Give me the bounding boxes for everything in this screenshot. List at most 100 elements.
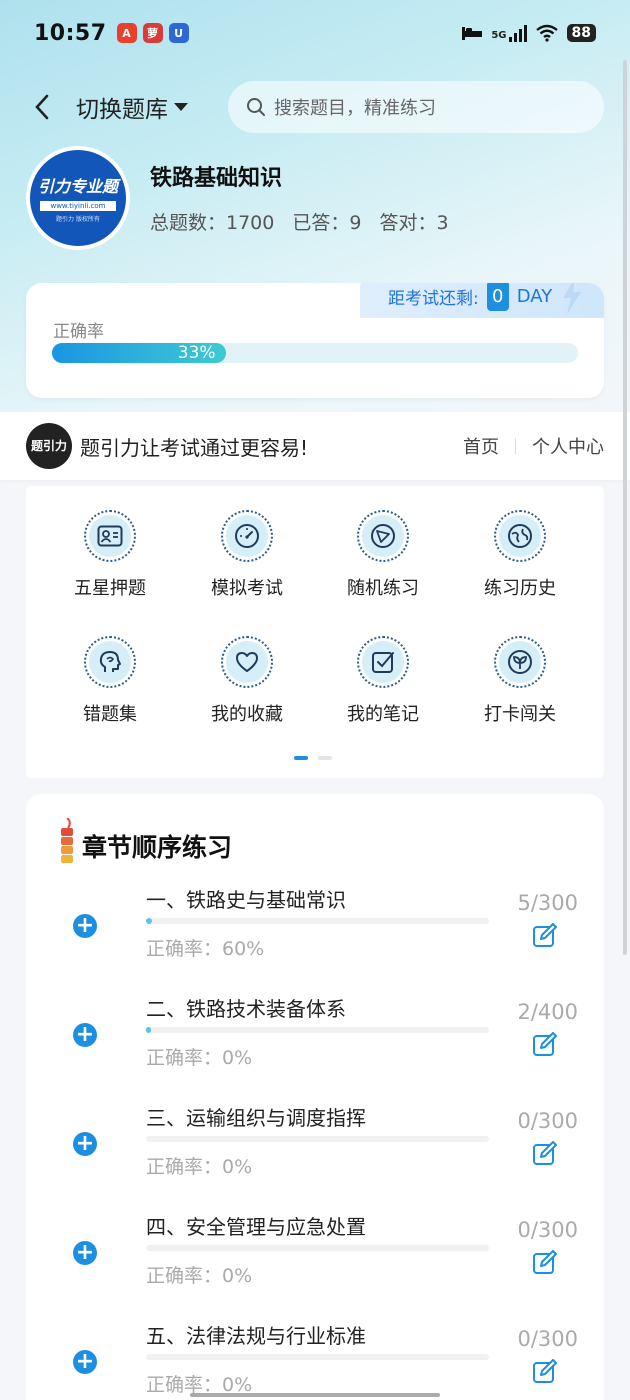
status-indicators: 5G 88 — [461, 24, 596, 42]
tool-icon-ring — [494, 510, 546, 562]
chapter-item[interactable]: + 二、铁路技术装备体系 正确率：0% 2/400 — [26, 997, 604, 1103]
bed-icon — [462, 27, 483, 40]
app-badge-icon: 萝 — [142, 23, 163, 43]
chapter-progress-bar — [146, 1354, 489, 1360]
countdown-value: 0 — [486, 283, 509, 311]
tool-notes[interactable]: 我的笔记 — [323, 636, 443, 736]
tool-icon-bg — [226, 515, 268, 557]
tool-icon-ring — [84, 510, 136, 562]
search-input[interactable]: 搜索题目，精准练习 — [228, 81, 604, 133]
tool-label: 五星押题 — [74, 578, 146, 599]
expand-icon[interactable]: + — [73, 1350, 97, 1374]
heart-icon — [236, 652, 258, 672]
chapter-item[interactable]: + 五、法律法规与行业标准 正确率：0% 0/300 — [26, 1324, 604, 1400]
chapter-title: 三、运输组织与调度指挥 — [146, 1106, 366, 1130]
chapter-count: 0/300 — [517, 1327, 578, 1351]
expand-icon[interactable]: + — [73, 914, 97, 938]
tool-checkin[interactable]: 打卡闯关 — [460, 636, 580, 736]
page-dot-active[interactable] — [294, 756, 308, 760]
search-placeholder: 搜索题目，精准练习 — [274, 98, 436, 119]
tool-icon-bg — [89, 515, 131, 557]
section-title: 章节顺序练习 — [82, 833, 233, 862]
chapter-progress-bar — [146, 1136, 489, 1142]
tool-five-star[interactable]: 五星押题 — [50, 510, 170, 610]
expand-icon[interactable]: + — [73, 1132, 97, 1156]
tool-random-practice[interactable]: 随机练习 — [323, 510, 443, 610]
tool-favorites[interactable]: 我的收藏 — [187, 636, 307, 736]
back-button[interactable] — [22, 87, 62, 127]
tool-mock-exam[interactable]: 模拟考试 — [187, 510, 307, 610]
tool-icon-bg — [499, 515, 541, 557]
bank-stats: 总题数：1700 已答：9 答对：3 — [150, 208, 449, 235]
chapter-accuracy: 正确率：0% — [146, 1047, 253, 1069]
switch-bank-dropdown[interactable]: 切换题库 — [76, 90, 188, 124]
chapter-title: 二、铁路技术装备体系 — [146, 997, 346, 1021]
page-indicator — [294, 756, 332, 760]
top-nav: 切换题库 搜索题目，精准练习 — [0, 80, 630, 134]
expand-icon[interactable]: + — [73, 1241, 97, 1265]
chapter-title: 一、铁路史与基础常识 — [146, 888, 346, 912]
bank-info: 引力专业题 www.tiyinli.com 题引力 版权所有 铁路基础知识 总题… — [26, 146, 606, 256]
tool-label: 模拟考试 — [211, 578, 283, 599]
accuracy-percent: 33% — [177, 343, 216, 363]
tool-icon-bg — [89, 641, 131, 683]
tool-label: 我的笔记 — [347, 704, 419, 725]
app-badge-icon: A — [116, 23, 137, 43]
chapter-accuracy: 正确率：0% — [146, 1156, 253, 1178]
exam-countdown: 距考试还剩: 0 DAY — [360, 283, 604, 318]
chapter-progress-bar — [146, 1245, 489, 1251]
lightning-icon — [563, 283, 582, 314]
compass-icon — [371, 524, 395, 548]
bank-title: 铁路基础知识 — [150, 166, 283, 191]
chapter-item[interactable]: + 一、铁路史与基础常识 正确率：60% 5/300 — [26, 888, 604, 994]
chapter-count: 2/400 — [517, 1000, 578, 1024]
tool-icon-bg — [362, 641, 404, 683]
tool-icon-bg — [499, 641, 541, 683]
bank-logo: 引力专业题 www.tiyinli.com 题引力 版权所有 — [26, 146, 130, 250]
tool-icon-ring — [84, 636, 136, 688]
logo-url: www.tiyinli.com — [40, 201, 116, 211]
home-indicator — [190, 1393, 440, 1397]
user-center-link[interactable]: 个人中心 — [532, 433, 604, 459]
tool-icon-ring — [494, 636, 546, 688]
chapter-item[interactable]: + 四、安全管理与应急处置 正确率：0% 0/300 — [26, 1215, 604, 1321]
tool-icon-bg — [362, 515, 404, 557]
signal-icon — [508, 24, 527, 42]
tool-wrong-questions[interactable]: 错题集 — [50, 636, 170, 736]
edit-icon[interactable] — [532, 1250, 558, 1276]
chapter-count: 0/300 — [517, 1218, 578, 1242]
stat-answered: 已答：9 — [292, 212, 362, 234]
home-link[interactable]: 首页 — [463, 433, 499, 459]
tools-grid: 五星押题 模拟考试 随机练习 练习历史 错题集 我的收藏 我的笔记 打卡闯关 — [26, 486, 604, 778]
switch-bank-label: 切换题库 — [76, 97, 168, 123]
chapter-count: 5/300 — [517, 891, 578, 915]
accuracy-progress-bar: 33% — [52, 343, 578, 363]
promo-bar: 题引力 题引力让考试通过更容易! 首页 个人中心 — [0, 412, 630, 480]
caret-down-icon — [174, 103, 188, 111]
edit-icon[interactable] — [532, 1141, 558, 1167]
edit-icon[interactable] — [532, 1032, 558, 1058]
expand-icon[interactable]: + — [73, 1023, 97, 1047]
tool-label: 练习历史 — [484, 578, 556, 599]
promo-slogan: 题引力让考试通过更容易! — [80, 435, 309, 460]
scrollbar[interactable] — [623, 60, 627, 955]
tool-label: 随机练习 — [347, 578, 419, 599]
chapter-item[interactable]: + 三、运输组织与调度指挥 正确率：0% 0/300 — [26, 1106, 604, 1212]
tool-label: 我的收藏 — [211, 704, 283, 725]
chapter-accuracy: 正确率：60% — [146, 938, 265, 960]
countdown-unit: DAY — [516, 285, 553, 307]
search-icon — [247, 98, 265, 116]
page-dot[interactable] — [318, 756, 332, 760]
stat-correct: 答对：3 — [379, 212, 449, 234]
edit-icon[interactable] — [532, 1359, 558, 1385]
tool-practice-history[interactable]: 练习历史 — [460, 510, 580, 610]
edit-icon[interactable] — [532, 923, 558, 949]
logo-footer: 题引力 版权所有 — [56, 216, 100, 223]
link-divider — [515, 438, 516, 454]
stat-total: 总题数：1700 — [150, 212, 275, 234]
sprout-icon — [508, 650, 532, 674]
tool-icon-ring — [357, 636, 409, 688]
accuracy-progress-fill: 33% — [52, 343, 226, 363]
tool-label: 打卡闯关 — [484, 704, 556, 725]
brand-logo: 题引力 — [26, 423, 72, 469]
